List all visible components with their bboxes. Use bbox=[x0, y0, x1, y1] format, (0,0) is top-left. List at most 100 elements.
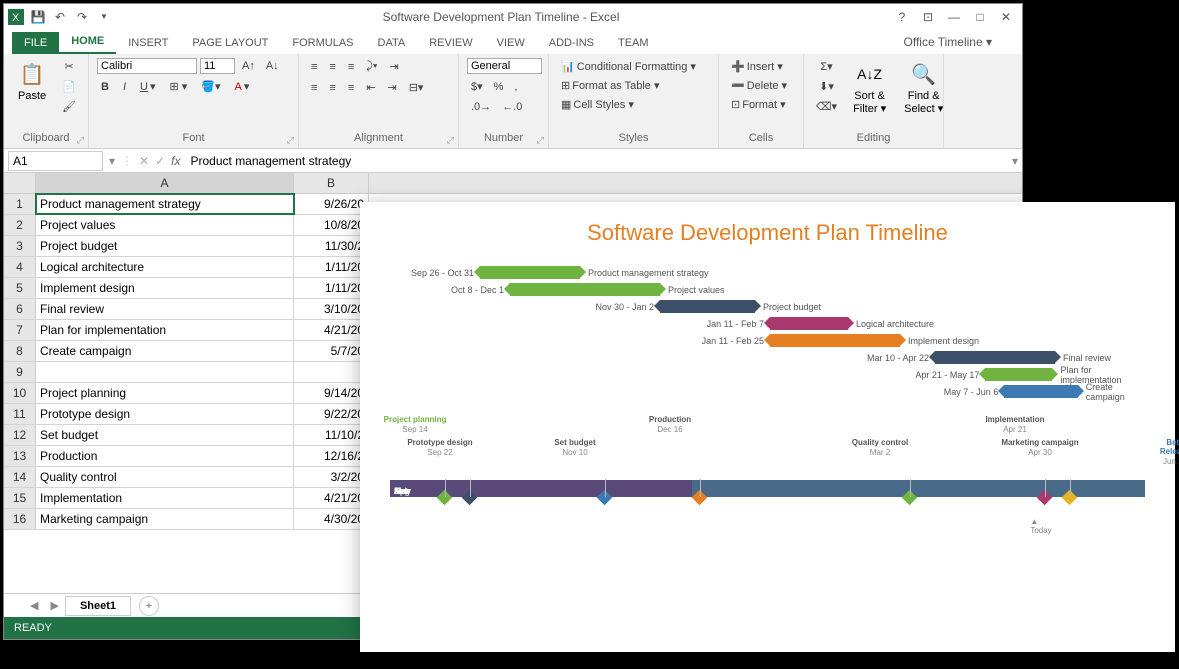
paste-button[interactable]: 📋 Paste bbox=[12, 58, 52, 104]
border-button[interactable]: ⊞ ▾ bbox=[166, 78, 192, 95]
currency-button[interactable]: $▾ bbox=[467, 78, 487, 95]
cell[interactable]: 12/16/2 bbox=[294, 446, 369, 466]
cell[interactable]: Implement design bbox=[36, 278, 294, 298]
tab-team[interactable]: TEAM bbox=[606, 32, 661, 54]
cell[interactable]: 9/22/20 bbox=[294, 404, 369, 424]
cancel-formula-icon[interactable]: ✕ bbox=[139, 154, 149, 168]
autosum-button[interactable]: Σ▾ bbox=[816, 58, 836, 75]
cell[interactable]: Logical architecture bbox=[36, 257, 294, 277]
name-box[interactable] bbox=[8, 151, 103, 171]
tab-review[interactable]: REVIEW bbox=[417, 32, 484, 54]
increase-font-icon[interactable]: A↑ bbox=[238, 58, 259, 74]
tab-view[interactable]: VIEW bbox=[485, 32, 537, 54]
fx-icon[interactable]: fx bbox=[171, 154, 180, 168]
align-left-button[interactable]: ≡ bbox=[307, 79, 321, 96]
dialog-launcher-icon[interactable]: ⤢ bbox=[77, 135, 84, 146]
cell[interactable]: 3/10/20 bbox=[294, 299, 369, 319]
wrap-text-button[interactable]: ⇥ bbox=[386, 58, 403, 75]
undo-icon[interactable]: ↶ bbox=[52, 9, 68, 25]
cell[interactable]: 3/2/20 bbox=[294, 467, 369, 487]
cell[interactable]: 11/30/2 bbox=[294, 236, 369, 256]
fill-color-button[interactable]: 🪣▾ bbox=[197, 78, 224, 95]
tab-insert[interactable]: INSERT bbox=[116, 32, 180, 54]
tab-page-layout[interactable]: PAGE LAYOUT bbox=[180, 32, 280, 54]
orientation-button[interactable]: ⤸▾ bbox=[362, 58, 381, 75]
sort-filter-button[interactable]: A↓Z Sort & Filter ▾ bbox=[847, 58, 892, 117]
format-as-table-button[interactable]: ⊞ Format as Table ▾ bbox=[557, 77, 663, 94]
number-format-input[interactable] bbox=[467, 58, 542, 74]
align-center-button[interactable]: ≡ bbox=[325, 79, 339, 96]
minimize-button[interactable]: — bbox=[942, 7, 966, 27]
tab-addins[interactable]: ADD-INS bbox=[537, 32, 606, 54]
decrease-decimal-button[interactable]: ←.0 bbox=[498, 99, 526, 115]
underline-button[interactable]: U ▾ bbox=[136, 78, 159, 95]
copy-button[interactable]: 📄 bbox=[58, 78, 80, 95]
format-cells-button[interactable]: ⊡ Format ▾ bbox=[727, 96, 790, 113]
cell[interactable]: Plan for implementation bbox=[36, 320, 294, 340]
cell[interactable] bbox=[36, 362, 294, 382]
row-header[interactable]: 11 bbox=[4, 404, 36, 424]
indent-left-button[interactable]: ⇤ bbox=[362, 79, 379, 96]
align-middle-button[interactable]: ≡ bbox=[325, 58, 339, 75]
formula-input[interactable] bbox=[187, 152, 1006, 170]
cell[interactable]: Implementation bbox=[36, 488, 294, 508]
cell[interactable]: Project budget bbox=[36, 236, 294, 256]
insert-cells-button[interactable]: ➕ Insert ▾ bbox=[727, 58, 787, 75]
row-header[interactable]: 9 bbox=[4, 362, 36, 382]
font-size-input[interactable] bbox=[200, 58, 235, 74]
percent-button[interactable]: % bbox=[490, 78, 508, 95]
cell[interactable]: Final review bbox=[36, 299, 294, 319]
row-header[interactable]: 2 bbox=[4, 215, 36, 235]
cell[interactable]: 9/14/20 bbox=[294, 383, 369, 403]
prev-sheet-icon[interactable]: ◀ bbox=[24, 599, 44, 612]
row-header[interactable]: 5 bbox=[4, 278, 36, 298]
save-icon[interactable]: 💾 bbox=[30, 9, 46, 25]
bold-button[interactable]: B bbox=[97, 78, 113, 95]
tab-data[interactable]: DATA bbox=[366, 32, 418, 54]
tab-formulas[interactable]: FORMULAS bbox=[280, 32, 365, 54]
italic-button[interactable]: I bbox=[119, 78, 130, 95]
row-header[interactable]: 13 bbox=[4, 446, 36, 466]
cell[interactable]: Marketing campaign bbox=[36, 509, 294, 529]
align-bottom-button[interactable]: ≡ bbox=[344, 58, 358, 75]
expand-formula-icon[interactable]: ▾ bbox=[1012, 154, 1018, 168]
column-header[interactable]: A bbox=[36, 173, 294, 193]
font-name-input[interactable] bbox=[97, 58, 197, 74]
row-header[interactable]: 7 bbox=[4, 320, 36, 340]
cell[interactable]: Product management strategy bbox=[36, 194, 294, 214]
align-right-button[interactable]: ≡ bbox=[344, 79, 358, 96]
close-button[interactable]: ✕ bbox=[994, 7, 1018, 27]
cut-button[interactable]: ✂ bbox=[61, 58, 78, 75]
next-sheet-icon[interactable]: ▶ bbox=[44, 599, 64, 612]
cell[interactable]: Project values bbox=[36, 215, 294, 235]
dialog-launcher-icon[interactable]: ⤢ bbox=[287, 135, 294, 146]
cell-styles-button[interactable]: ▦ Cell Styles ▾ bbox=[557, 96, 638, 113]
row-header[interactable]: 10 bbox=[4, 383, 36, 403]
row-header[interactable]: 8 bbox=[4, 341, 36, 361]
add-sheet-button[interactable]: + bbox=[139, 596, 159, 616]
fill-button[interactable]: ⬇▾ bbox=[815, 78, 838, 95]
cell[interactable]: Prototype design bbox=[36, 404, 294, 424]
merge-button[interactable]: ⊟▾ bbox=[405, 79, 428, 96]
tab-file[interactable]: FILE bbox=[12, 32, 59, 54]
dialog-launcher-icon[interactable]: ⤢ bbox=[447, 135, 454, 146]
row-header[interactable]: 12 bbox=[4, 425, 36, 445]
clear-button[interactable]: ⌫▾ bbox=[812, 98, 841, 115]
cell[interactable]: 11/10/2 bbox=[294, 425, 369, 445]
conditional-formatting-button[interactable]: 📊 Conditional Formatting ▾ bbox=[557, 58, 700, 75]
cell[interactable]: 4/21/20 bbox=[294, 320, 369, 340]
comma-button[interactable]: , bbox=[510, 78, 521, 95]
delete-cells-button[interactable]: ➖ Delete ▾ bbox=[727, 77, 791, 94]
row-header[interactable]: 15 bbox=[4, 488, 36, 508]
dialog-launcher-icon[interactable]: ⤢ bbox=[537, 135, 544, 146]
cell[interactable]: 1/11/20 bbox=[294, 257, 369, 277]
row-header[interactable]: 14 bbox=[4, 467, 36, 487]
cell[interactable] bbox=[294, 362, 369, 382]
align-top-button[interactable]: ≡ bbox=[307, 58, 321, 75]
cell[interactable]: 9/26/20 bbox=[294, 194, 369, 214]
cell[interactable]: Production bbox=[36, 446, 294, 466]
cell[interactable]: Project planning bbox=[36, 383, 294, 403]
cell[interactable]: 1/11/20 bbox=[294, 278, 369, 298]
cell[interactable]: Quality control bbox=[36, 467, 294, 487]
row-header[interactable]: 4 bbox=[4, 257, 36, 277]
